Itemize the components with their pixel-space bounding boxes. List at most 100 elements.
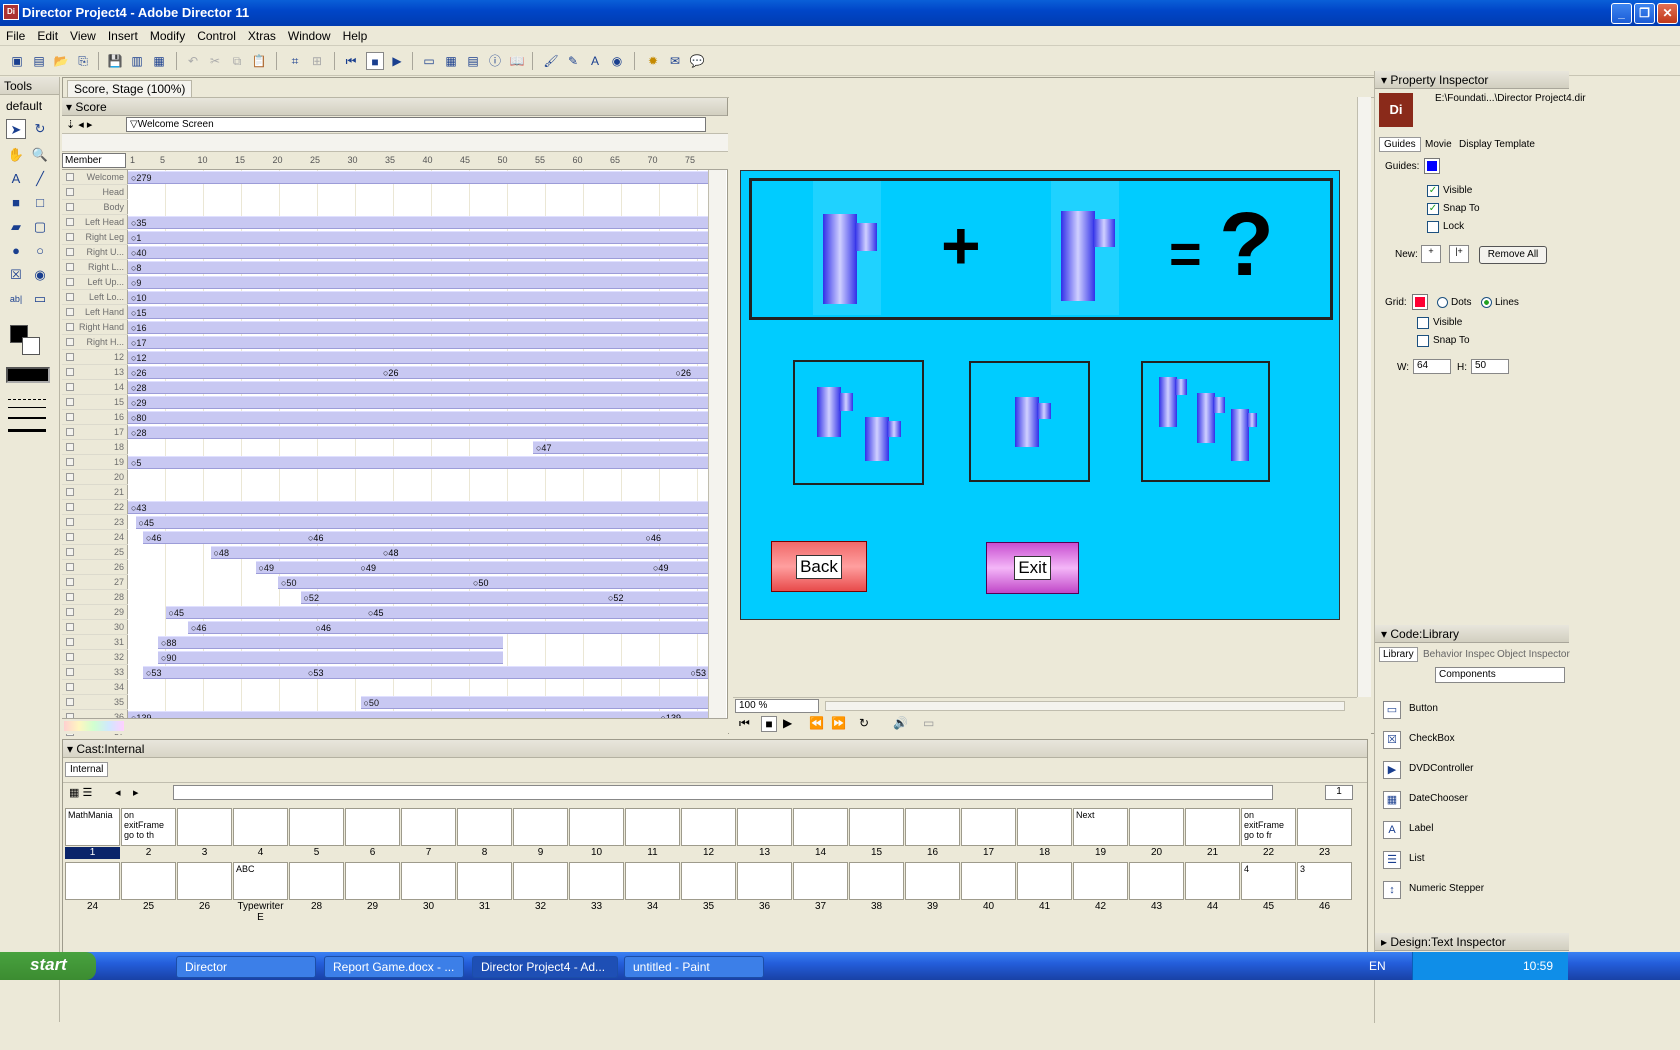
tab-object-inspector[interactable]: Object Inspector — [1497, 649, 1570, 660]
cast-member[interactable] — [737, 862, 792, 900]
sprite-span[interactable]: ○49 — [255, 561, 708, 574]
sprite-span[interactable]: ○47 — [533, 441, 708, 454]
stage-stop-icon[interactable]: ■ — [761, 716, 777, 732]
library-category-select[interactable]: Components — [1435, 667, 1565, 683]
cast-member[interactable] — [177, 808, 232, 846]
message-icon[interactable]: 💬 — [688, 52, 706, 70]
cast-member[interactable] — [1185, 808, 1240, 846]
member-select[interactable]: Member — [62, 153, 126, 168]
grid-lines-radio[interactable] — [1481, 297, 1492, 308]
line-width-2[interactable] — [8, 417, 46, 419]
cast-tab-internal[interactable]: Internal — [65, 762, 109, 777]
cast-member[interactable] — [65, 862, 120, 900]
sprite-span[interactable]: ○8 — [128, 261, 708, 274]
task-report-game[interactable]: Report Game.docx - ... — [324, 956, 464, 978]
cast-member[interactable]: 4 — [1241, 862, 1296, 900]
cast-member[interactable] — [625, 808, 680, 846]
cast-member[interactable] — [961, 808, 1016, 846]
sprite-keyframe[interactable]: ○46 — [308, 532, 323, 544]
grid-visible-checkbox[interactable] — [1417, 317, 1429, 329]
score-stage-tab[interactable]: Score, Stage (100%) — [67, 80, 193, 97]
cast-member[interactable] — [1017, 808, 1072, 846]
cast-member[interactable] — [793, 808, 848, 846]
behavior-icon[interactable]: ✹ — [644, 52, 662, 70]
score-vscroll[interactable] — [708, 170, 726, 718]
selected-frames-icon[interactable]: ▭ — [923, 716, 934, 730]
line-tool-icon[interactable]: ╱ — [30, 169, 50, 189]
channel-row[interactable]: 22 — [62, 500, 128, 515]
channel-row[interactable]: Left Head — [62, 215, 128, 230]
find-icon[interactable]: ⌗ — [286, 52, 304, 70]
stop-icon[interactable]: ■ — [366, 52, 384, 70]
minimize-button[interactable]: _ — [1611, 3, 1632, 24]
channel-row[interactable]: Welcome — [62, 170, 128, 185]
component-item[interactable]: Button — [1409, 703, 1438, 714]
grid-height-input[interactable]: 50 — [1471, 359, 1509, 374]
sprite-keyframe[interactable]: ○45 — [368, 607, 383, 619]
task-director-folder[interactable]: Director — [176, 956, 316, 978]
cast-member[interactable] — [681, 862, 736, 900]
cast-member[interactable] — [233, 808, 288, 846]
line-width-3[interactable] — [8, 429, 46, 432]
rect-icon[interactable]: □ — [30, 193, 50, 213]
cast-member[interactable] — [681, 808, 736, 846]
tab-display-template[interactable]: Display Template — [1459, 139, 1535, 150]
filled-ellipse-icon[interactable]: ● — [6, 241, 26, 261]
cast-member[interactable] — [289, 862, 344, 900]
sprite-keyframe[interactable]: ○53 — [691, 667, 706, 679]
step-back-icon[interactable]: ⏪ — [809, 716, 824, 730]
channel-row[interactable]: 32 — [62, 650, 128, 665]
menu-window[interactable]: Window — [282, 26, 337, 43]
grid-dots-radio[interactable] — [1437, 297, 1448, 308]
cast-view-icon[interactable]: ▦ ☰ — [69, 786, 92, 799]
align-icon[interactable]: ⊞ — [308, 52, 326, 70]
filled-round-rect-icon[interactable]: ▰ — [6, 217, 26, 237]
channel-row[interactable]: Right Leg — [62, 230, 128, 245]
channel-row[interactable]: 20 — [62, 470, 128, 485]
sprite-span[interactable]: ○46 — [143, 531, 708, 544]
cast-member[interactable] — [345, 808, 400, 846]
component-item[interactable]: Numeric Stepper — [1409, 883, 1484, 894]
cast-member[interactable] — [401, 862, 456, 900]
sprite-span[interactable]: ○12 — [128, 351, 708, 364]
cast-member[interactable] — [961, 862, 1016, 900]
channel-row[interactable]: 29 — [62, 605, 128, 620]
sprite-span[interactable]: ○43 — [128, 501, 708, 514]
new-vertical-guide[interactable]: |+ — [1449, 245, 1469, 263]
start-button[interactable]: start — [0, 952, 96, 980]
answer-option-1[interactable] — [793, 360, 924, 485]
cast-member[interactable]: MathMania — [65, 808, 120, 846]
channel-row[interactable]: Right L... — [62, 260, 128, 275]
rewind-icon[interactable]: ⏮ — [342, 52, 360, 70]
sprite-span[interactable]: ○40 — [128, 246, 708, 259]
sprite-span[interactable]: ○45 — [135, 516, 708, 529]
arrow-tool-icon[interactable]: ➤ — [6, 119, 26, 139]
save-icon[interactable]: 💾 — [106, 52, 124, 70]
component-item[interactable]: Label — [1409, 823, 1433, 834]
paint-icon[interactable]: 🖌 — [542, 52, 560, 70]
component-item[interactable]: DateChooser — [1409, 793, 1468, 804]
cast-member[interactable] — [401, 808, 456, 846]
sprite-keyframe[interactable]: ○46 — [646, 532, 661, 544]
play-icon[interactable]: ▶ — [388, 52, 406, 70]
sprite-grid[interactable]: ○279 ○35 ○1 ○40 ○8 ○9 ○10 ○15 ○16 ○17 ○12 ○26 ○28 ○29… — [128, 170, 708, 718]
channel-row[interactable]: 25 — [62, 545, 128, 560]
color-channel-swatches[interactable] — [64, 721, 124, 731]
zoom-tool-icon[interactable]: 🔍 — [30, 145, 50, 165]
sprite-keyframe[interactable]: ○48 — [383, 547, 398, 559]
sprite-keyframe[interactable]: ○49 — [653, 562, 668, 574]
channel-row[interactable]: 14 — [62, 380, 128, 395]
radio-tool-icon[interactable]: ◉ — [30, 265, 50, 285]
menu-file[interactable]: File — [0, 26, 31, 43]
exit-button[interactable]: Exit — [986, 542, 1079, 594]
channel-row[interactable]: 23 — [62, 515, 128, 530]
grid-width-input[interactable]: 64 — [1413, 359, 1451, 374]
checkbox-tool-icon[interactable]: ☒ — [6, 265, 26, 285]
cut-icon[interactable]: ✂ — [206, 52, 224, 70]
channel-row[interactable]: Left Up... — [62, 275, 128, 290]
cast-member[interactable] — [177, 862, 232, 900]
sprite-span[interactable]: ○17 — [128, 336, 708, 349]
channel-row[interactable]: 26 — [62, 560, 128, 575]
channel-row[interactable]: Right Hand — [62, 320, 128, 335]
sprite-keyframe[interactable]: ○46 — [316, 622, 331, 634]
